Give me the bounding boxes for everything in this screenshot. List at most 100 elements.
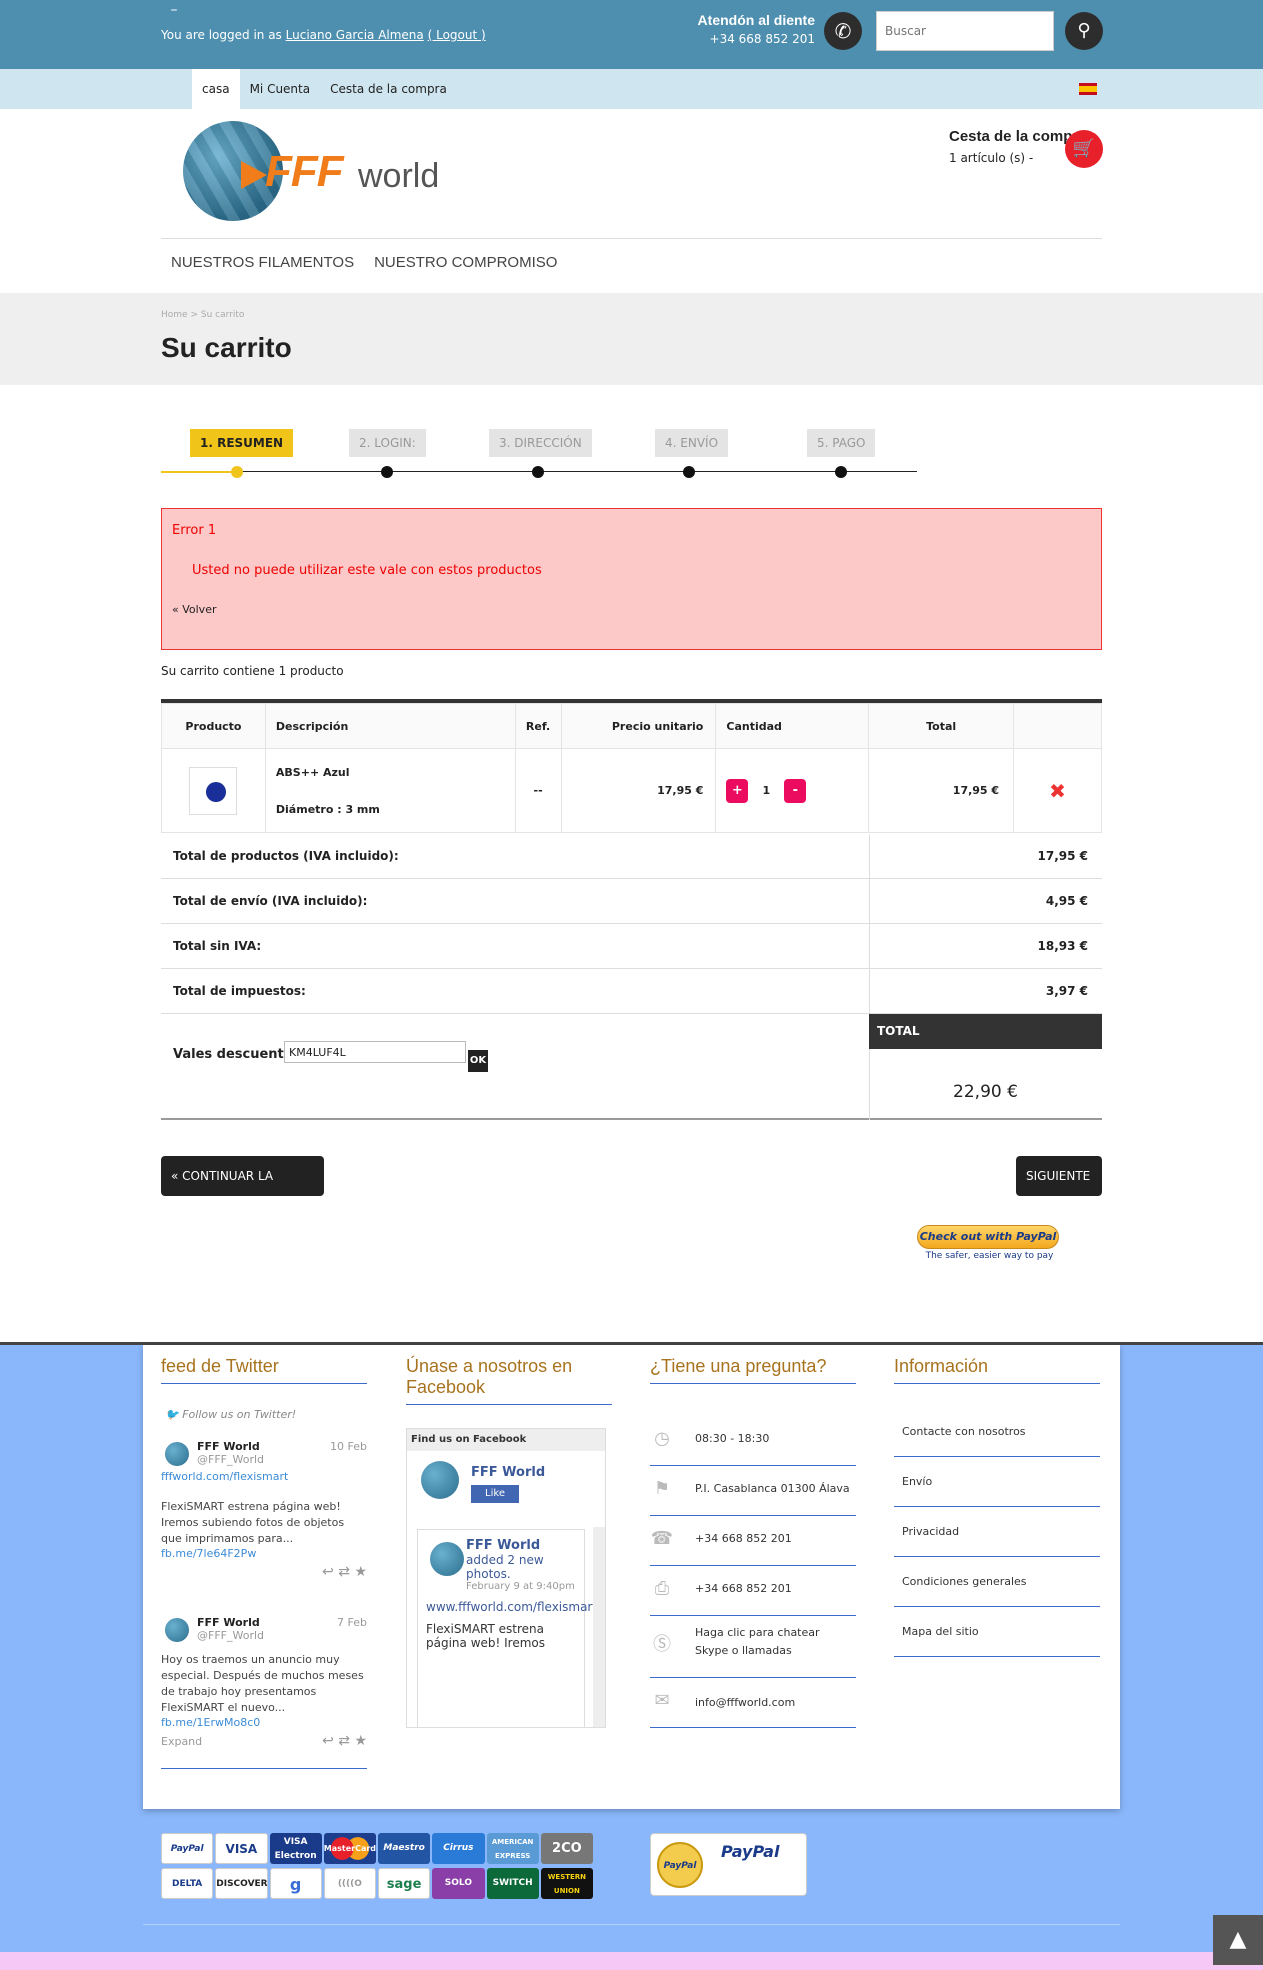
voucher-ok-button[interactable]: OK [468, 1050, 488, 1072]
fb-like-button[interactable]: Like [471, 1485, 519, 1503]
info-privacy[interactable]: Privacidad [894, 1507, 1100, 1557]
tweet-short-link[interactable]: fb.me/1ErwMo8c0 [161, 1716, 367, 1729]
total-shipping-label: Total de envío (IVA incluido): [173, 894, 368, 908]
step-dot-1 [231, 466, 243, 478]
maestro-logo: Maestro [378, 1833, 431, 1864]
continue-shopping-button[interactable]: « CONTINUAR LA COMPRA [161, 1156, 324, 1223]
header-ref: Ref. [514, 703, 562, 749]
fb-post-author[interactable]: FFF World [466, 1538, 576, 1553]
address-text: P.I. Casablanca 01300 Álava [695, 1482, 850, 1495]
steps-line [237, 471, 917, 472]
row-separator [869, 834, 870, 879]
facebook-title: Únase a nosotros en Facebook [406, 1356, 612, 1405]
logout-link[interactable]: ( Logout ) [428, 28, 486, 42]
search-icon[interactable]: ⚲ [1065, 12, 1103, 50]
tweet-avatar[interactable] [165, 1618, 189, 1642]
tweet-short-link[interactable]: fb.me/7le64F2Pw [161, 1547, 367, 1560]
quantity-increase-button[interactable]: + [726, 778, 749, 803]
breadcrumb-home[interactable]: Home [161, 310, 188, 320]
total-no-tax-value: 18,93 € [1037, 939, 1088, 953]
contact-phone: +34 668 852 201 [709, 32, 815, 46]
info-contact-label[interactable]: Contacte con nosotros [902, 1425, 1026, 1438]
tweet-avatar[interactable] [165, 1442, 189, 1466]
favorite-icon[interactable]: ★ [354, 1564, 367, 1580]
page-title: Su carrito [161, 332, 292, 363]
voucher-input[interactable] [284, 1041, 466, 1063]
breadcrumb-current: Su carrito [200, 310, 245, 320]
info-privacy-label[interactable]: Privacidad [902, 1525, 959, 1538]
nav-item-filaments[interactable]: NUESTROS FILAMENTOS [161, 254, 364, 271]
fb-post-date[interactable]: February 9 at 9:40pm [466, 1581, 576, 1592]
reply-icon[interactable]: ↩ [322, 1733, 334, 1749]
back-link[interactable]: « Volver [172, 603, 216, 616]
basket-icon[interactable]: 🛒 [1065, 130, 1103, 168]
retweet-icon[interactable]: ⇄ [338, 1564, 350, 1580]
payment-methods: PayPal VISA VISA Electron MasterCard Mae… [161, 1833, 593, 1900]
discover-logo: DISCOVER [215, 1867, 268, 1899]
header-divider [161, 238, 1102, 239]
spanish-flag-icon[interactable] [1079, 83, 1097, 95]
product-name[interactable]: ABS++ Azul [276, 766, 515, 779]
fb-page-avatar[interactable] [421, 1461, 459, 1499]
site-logo[interactable]: FFF world [183, 121, 453, 221]
favorite-icon[interactable]: ★ [354, 1733, 367, 1749]
subnav-item-home[interactable]: casa [192, 69, 240, 109]
info-terms[interactable]: Condiciones generales [894, 1557, 1100, 1607]
information-title: Información [894, 1356, 1100, 1384]
product-thumbnail[interactable] [189, 766, 238, 815]
fax-row: ⎙ +34 668 852 201 [650, 1566, 856, 1616]
amex-logo: AMERICAN EXPRESS [486, 1833, 539, 1864]
tweet-expand-link[interactable]: Expand [161, 1735, 202, 1748]
email-text[interactable]: info@fffworld.com [695, 1694, 855, 1712]
next-button[interactable]: SIGUIENTE » [1016, 1156, 1102, 1223]
twitter-title: feed de Twitter [161, 1356, 367, 1384]
retweet-icon[interactable]: ⇄ [338, 1733, 350, 1749]
paypal-verified-title: PayPal [721, 1842, 780, 1861]
fb-post-action: added 2 new photos. [466, 1553, 544, 1581]
twitter-follow-text: Follow us on Twitter! [182, 1408, 297, 1421]
logo-text-fff: FFF [265, 147, 344, 196]
tweet-author[interactable]: FFF World [197, 1440, 260, 1453]
total-no-tax-label: Total sin IVA: [173, 939, 262, 953]
search-input[interactable] [876, 11, 1054, 51]
fb-scrollbar[interactable] [593, 1527, 605, 1727]
info-terms-label[interactable]: Condiciones generales [902, 1575, 1027, 1588]
footer-divider [143, 1924, 1120, 1925]
step-address: 3. DIRECCIÓN [489, 429, 592, 457]
reply-icon[interactable]: ↩ [322, 1564, 334, 1580]
collapse-toggle-button[interactable]: – [162, 0, 186, 22]
scroll-to-top-button[interactable]: ▲ [1213, 1915, 1263, 1965]
tweet-author[interactable]: FFF World [197, 1616, 260, 1629]
phone-row: ☎ +34 668 852 201 [650, 1516, 856, 1566]
quantity-value[interactable]: 1 [748, 784, 784, 797]
info-shipping-label[interactable]: Envío [902, 1475, 932, 1488]
fb-post-link[interactable]: www.fffworld.com/flexismart [426, 1600, 597, 1614]
paypal-tagline: The safer, easier way to pay [925, 1251, 1054, 1261]
fb-page-name[interactable]: FFF World [471, 1465, 545, 1480]
info-shipping[interactable]: Envío [894, 1457, 1100, 1507]
total-taxes-label: Total de impuestos: [173, 984, 306, 998]
tweet-date[interactable]: 10 Feb [330, 1440, 367, 1453]
signpost-icon: ⚑ [653, 1478, 671, 1499]
tweet-link[interactable]: fffworld.com/flexismart [161, 1470, 367, 1483]
delete-icon[interactable]: ✖ [1014, 779, 1101, 803]
header-total: Total [868, 703, 1015, 749]
cirrus-logo: Cirrus [432, 1833, 485, 1864]
skype-text[interactable]: Haga clic para chatear Skype o llamadas [695, 1624, 855, 1660]
info-contact[interactable]: Contacte con nosotros [894, 1407, 1100, 1457]
paypal-checkout-button[interactable]: Check out with PayPal The safer, easier … [917, 1225, 1062, 1263]
info-sitemap[interactable]: Mapa del sitio [894, 1607, 1100, 1657]
row-separator [869, 879, 870, 924]
header-description: Descripción [264, 703, 516, 749]
nav-item-commitment[interactable]: NUESTRO COMPROMISO [364, 254, 567, 271]
quantity-decrease-button[interactable]: - [784, 778, 807, 803]
info-sitemap-label[interactable]: Mapa del sitio [902, 1625, 979, 1638]
subnav-item-cart[interactable]: Cesta de la compra [320, 69, 457, 109]
user-name-link[interactable]: Luciano Garcia Almena [286, 28, 424, 42]
product-unit-price: 17,95 € [560, 748, 717, 833]
subnav-item-my-account[interactable]: Mi Cuenta [240, 69, 321, 109]
skype-row[interactable]: Ⓢ Haga clic para chatear Skype o llamada… [650, 1616, 856, 1678]
twitter-follow[interactable]: 🐦 Follow us on Twitter! [165, 1408, 296, 1421]
step-dot-2 [381, 466, 393, 478]
tweet-date[interactable]: 7 Feb [337, 1616, 367, 1629]
